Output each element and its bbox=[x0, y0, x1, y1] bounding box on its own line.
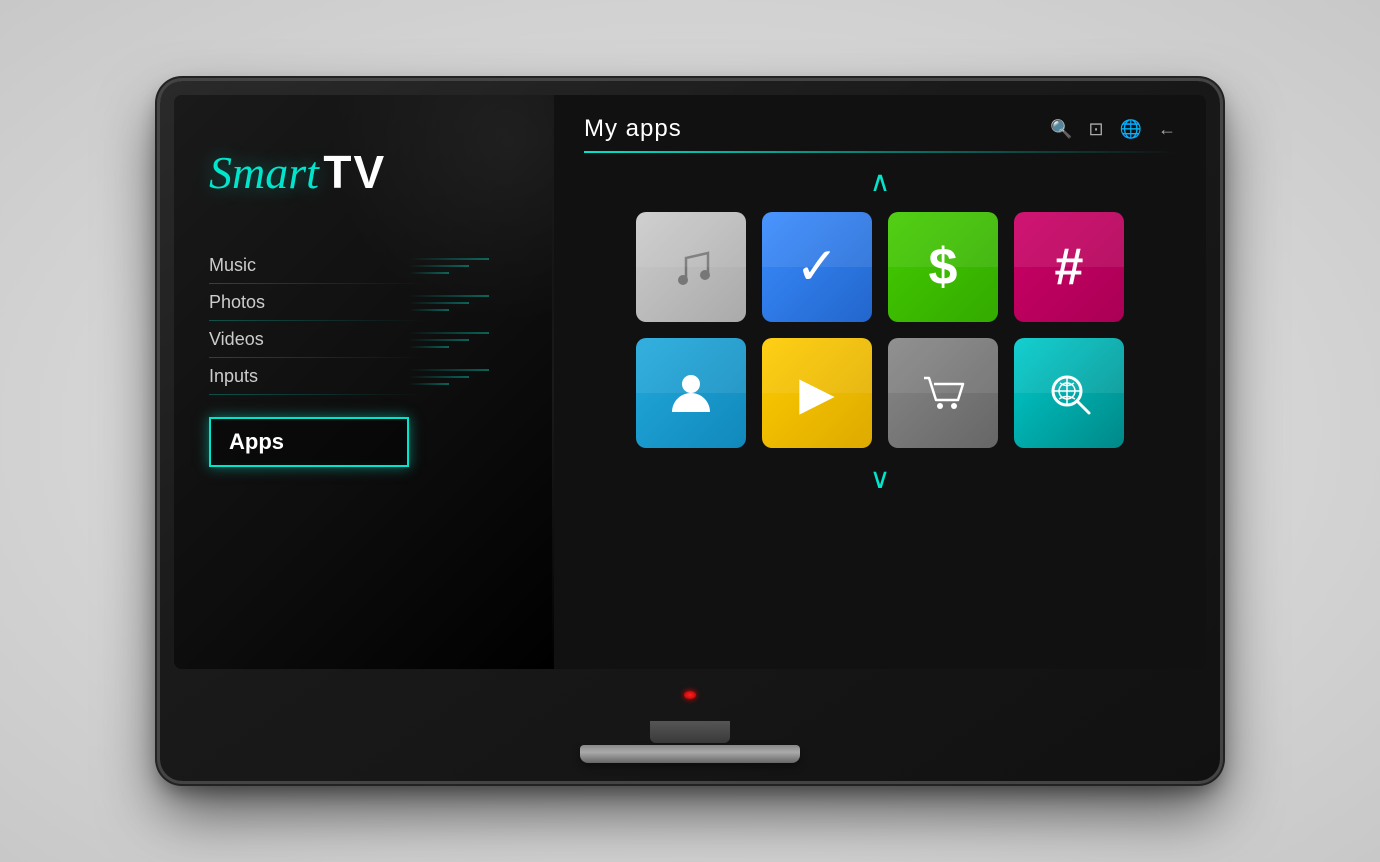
screen-icon[interactable]: ⊡ bbox=[1088, 119, 1103, 140]
title-underline bbox=[584, 151, 1176, 153]
check-icon: ✓ bbox=[795, 241, 839, 293]
app-tile-music[interactable] bbox=[636, 212, 746, 322]
app-tile-dollar[interactable]: $ bbox=[888, 212, 998, 322]
tv-screen: Smart TV Music Photos bbox=[174, 95, 1206, 669]
apps-header: My apps 🔍 ⊡ 🌐 ← bbox=[584, 115, 1176, 143]
web-search-icon bbox=[1042, 366, 1097, 421]
nav-lines-videos bbox=[409, 332, 489, 348]
app-tile-person[interactable] bbox=[636, 338, 746, 448]
play-icon: ▶ bbox=[799, 370, 834, 416]
power-indicator bbox=[684, 691, 696, 699]
left-panel: Smart TV Music Photos bbox=[174, 95, 554, 669]
right-panel: My apps 🔍 ⊡ 🌐 ← ∧ bbox=[554, 95, 1206, 669]
app-tile-hash[interactable]: # bbox=[1014, 212, 1124, 322]
stand-neck bbox=[650, 721, 730, 743]
dollar-icon: $ bbox=[929, 241, 958, 293]
app-tile-cart[interactable] bbox=[888, 338, 998, 448]
nav-item-music[interactable]: Music bbox=[209, 249, 519, 282]
scroll-up[interactable]: ∧ bbox=[584, 165, 1176, 198]
scroll-down[interactable]: ∨ bbox=[584, 462, 1176, 495]
cart-icon bbox=[916, 366, 971, 421]
stand-base bbox=[580, 745, 800, 763]
hash-icon: # bbox=[1055, 241, 1084, 293]
nav-item-photos[interactable]: Photos bbox=[209, 286, 519, 319]
brand-area: Smart TV bbox=[209, 145, 519, 199]
nav-lines-inputs bbox=[409, 369, 489, 385]
screen-content: Smart TV Music Photos bbox=[174, 95, 1206, 669]
apps-grid: ✓ $ # ▶ bbox=[584, 212, 1176, 448]
globe-icon[interactable]: 🌐 bbox=[1120, 119, 1142, 140]
person-icon bbox=[664, 366, 719, 421]
up-arrow-icon[interactable]: ∧ bbox=[870, 165, 891, 198]
tv-bottom-bar bbox=[174, 669, 1206, 721]
back-icon[interactable]: ← bbox=[1158, 119, 1176, 140]
music-note-icon bbox=[666, 242, 716, 292]
header-icons: 🔍 ⊡ 🌐 ← bbox=[1050, 119, 1176, 140]
app-tile-web-search[interactable] bbox=[1014, 338, 1124, 448]
search-icon[interactable]: 🔍 bbox=[1050, 119, 1072, 140]
brand-tv-label: TV bbox=[323, 146, 386, 198]
down-arrow-icon[interactable]: ∨ bbox=[870, 462, 891, 495]
apps-active-box: Apps bbox=[209, 417, 409, 467]
app-tile-check[interactable]: ✓ bbox=[762, 212, 872, 322]
nav-item-apps-active[interactable]: Apps bbox=[209, 417, 519, 467]
nav-lines-photos bbox=[409, 295, 489, 311]
nav-lines-music bbox=[409, 258, 489, 274]
tv-frame: Smart TV Music Photos bbox=[160, 81, 1220, 781]
app-tile-play[interactable]: ▶ bbox=[762, 338, 872, 448]
nav-item-inputs[interactable]: Inputs bbox=[209, 360, 519, 393]
brand-smart-label: Smart bbox=[209, 147, 319, 198]
nav-menu: Music Photos bbox=[209, 249, 519, 467]
nav-item-videos[interactable]: Videos bbox=[209, 323, 519, 356]
apps-panel-title: My apps bbox=[584, 115, 682, 143]
tv-stand bbox=[580, 721, 800, 781]
